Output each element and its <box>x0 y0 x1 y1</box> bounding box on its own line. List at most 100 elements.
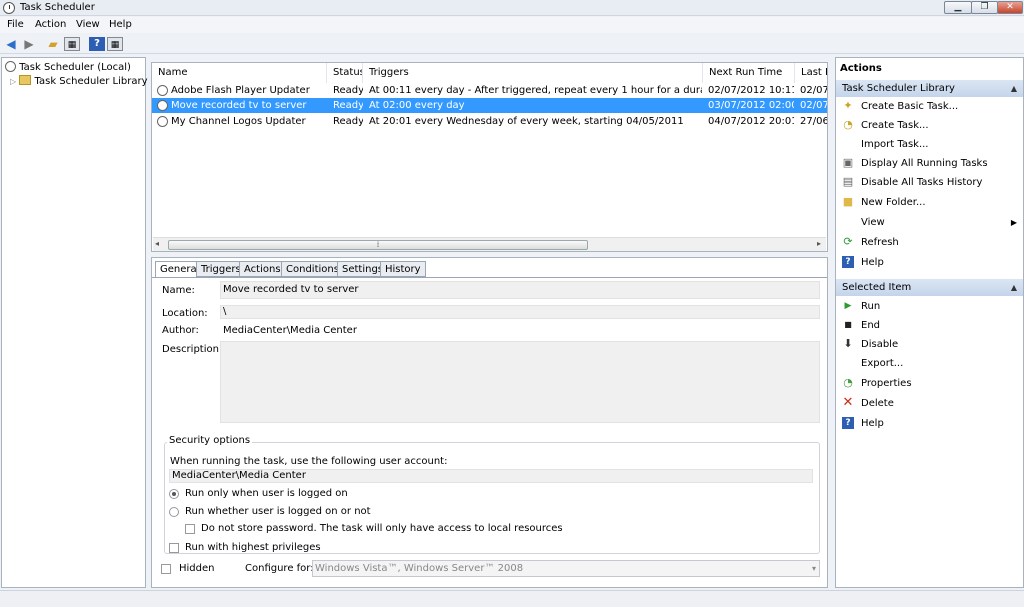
run-highest-privileges-label[interactable]: Run with highest privileges <box>185 542 321 553</box>
action-help-library[interactable]: ? Help <box>836 253 1023 272</box>
chevron-down-icon[interactable]: ▾ <box>812 561 816 576</box>
console-tree: Task Scheduler (Local) ▷ Task Scheduler … <box>1 57 148 588</box>
library-section-header[interactable]: Task Scheduler Library ▲ <box>836 80 1023 97</box>
actions-title: Actions <box>840 63 882 74</box>
submenu-arrow-icon: ▶ <box>1010 218 1017 227</box>
table-row-selected[interactable]: Move recorded tv to server Ready At 02:0… <box>152 98 827 113</box>
task-list: Name Status Triggers Next Run Time Last … <box>151 62 828 252</box>
menu-bar: File Action View Help <box>0 17 1024 33</box>
tree-item-library[interactable]: ▷ Task Scheduler Library <box>10 75 148 89</box>
security-options-title: Security options <box>167 435 253 446</box>
actions-pane: Actions Task Scheduler Library ▲ ✦ Creat… <box>835 57 1024 588</box>
collapse-icon[interactable]: ▲ <box>1011 80 1017 97</box>
menu-action[interactable]: Action <box>35 19 66 30</box>
run-whether-logged-on-label[interactable]: Run whether user is logged on or not <box>185 506 371 517</box>
clock-icon <box>5 61 16 72</box>
description-field[interactable] <box>220 341 820 423</box>
hidden-label[interactable]: Hidden <box>179 563 214 574</box>
tab-history[interactable]: History <box>380 261 426 277</box>
close-button[interactable]: ✕ <box>997 1 1023 14</box>
column-status[interactable]: Status <box>327 63 363 83</box>
table-row[interactable]: Adobe Flash Player Updater Ready At 00:1… <box>152 83 827 98</box>
minimize-button[interactable]: ▁ <box>944 1 972 14</box>
action-export[interactable]: Export... <box>836 354 1023 373</box>
action-label: Refresh <box>861 237 899 248</box>
run-highest-privileges-checkbox[interactable] <box>169 543 179 553</box>
window-title: Task Scheduler <box>20 2 95 13</box>
action-properties[interactable]: ◔ Properties <box>836 374 1023 393</box>
action-end[interactable]: ■ End <box>836 316 1023 335</box>
action-disable[interactable]: ⬇ Disable <box>836 335 1023 354</box>
run-only-logged-on-label[interactable]: Run only when user is logged on <box>185 488 348 499</box>
action-view[interactable]: View ▶ <box>836 213 1023 232</box>
refresh-icon: ⟳ <box>843 235 853 248</box>
action-label: Create Task... <box>861 120 929 131</box>
name-field[interactable]: Move recorded tv to server <box>220 281 820 299</box>
folder-icon: ■ <box>842 195 854 208</box>
collapse-icon[interactable]: ▲ <box>1011 279 1017 296</box>
menu-help[interactable]: Help <box>109 19 132 30</box>
location-label: Location: <box>162 308 208 319</box>
run-only-logged-on-radio[interactable] <box>169 489 179 499</box>
column-last-run[interactable]: Last Ru <box>795 63 827 83</box>
action-label: End <box>861 320 881 331</box>
action-new-folder[interactable]: ■ New Folder... <box>836 193 1023 212</box>
run-whether-logged-on-radio[interactable] <box>169 507 179 517</box>
action-create-task[interactable]: ◔ Create Task... <box>836 116 1023 135</box>
task-last-run: 02/07/ <box>800 85 827 96</box>
action-delete[interactable]: ✕ Delete <box>836 394 1023 413</box>
scroll-right-icon[interactable]: ▸ <box>817 239 821 248</box>
action-disable-history[interactable]: ▤ Disable All Tasks History <box>836 173 1023 192</box>
column-triggers[interactable]: Triggers <box>363 63 703 83</box>
table-row[interactable]: My Channel Logos Updater Ready At 20:01 … <box>152 114 827 129</box>
action-import-task[interactable]: Import Task... <box>836 135 1023 154</box>
tab-actions[interactable]: Actions <box>239 261 286 277</box>
action-label: Help <box>861 418 884 429</box>
column-next-run-time[interactable]: Next Run Time <box>703 63 795 83</box>
maximize-button[interactable]: ❐ <box>971 1 998 14</box>
column-name[interactable]: Name <box>152 63 327 83</box>
help-icon[interactable]: ? <box>89 37 105 51</box>
show-hide-console-tree-icon[interactable]: ▦ <box>64 37 80 51</box>
do-not-store-password-label[interactable]: Do not store password. The task will onl… <box>201 523 563 534</box>
clock-icon <box>157 116 168 127</box>
action-display-running-tasks[interactable]: ▣ Display All Running Tasks <box>836 154 1023 173</box>
hidden-checkbox[interactable] <box>161 564 171 574</box>
action-create-basic-task[interactable]: ✦ Create Basic Task... <box>836 97 1023 116</box>
task-scheduler-icon <box>3 2 15 14</box>
do-not-store-password-checkbox[interactable] <box>185 524 195 534</box>
task-last-run: 02/07/ <box>800 100 827 111</box>
expand-arrow-icon[interactable]: ▷ <box>10 77 16 86</box>
configure-for-select[interactable]: Windows Vista™, Windows Server™ 2008 ▾ <box>312 560 820 577</box>
action-label: Run <box>861 301 881 312</box>
scroll-thumb[interactable]: ⁞ <box>168 240 588 250</box>
horizontal-scrollbar[interactable]: ◂ ⁞ ▸ <box>153 237 826 251</box>
user-account-field: MediaCenter\Media Center <box>169 469 813 483</box>
forward-icon[interactable]: ▶ <box>21 37 37 51</box>
task-status: Ready <box>333 100 363 111</box>
selected-section-header[interactable]: Selected Item ▲ <box>836 279 1023 296</box>
action-label: Import Task... <box>861 139 929 150</box>
status-bar <box>0 590 1024 607</box>
action-label: Disable All Tasks History <box>861 177 983 188</box>
action-label: View <box>861 217 885 228</box>
security-options-group: Security options When running the task, … <box>164 435 820 554</box>
folder-icon <box>19 75 32 85</box>
show-hide-action-pane-icon[interactable]: ▦ <box>107 37 123 51</box>
location-field[interactable]: \ <box>220 305 820 319</box>
task-name: My Channel Logos Updater <box>171 116 306 127</box>
tab-conditions[interactable]: Conditions <box>281 261 344 277</box>
action-run[interactable]: ▶ Run <box>836 297 1023 316</box>
task-name: Adobe Flash Player Updater <box>171 85 310 96</box>
disable-icon: ⬇ <box>843 337 853 350</box>
action-help-selected[interactable]: ? Help <box>836 414 1023 433</box>
back-icon[interactable]: ◀ <box>3 37 19 51</box>
menu-file[interactable]: File <box>7 19 24 30</box>
tree-item-local[interactable]: Task Scheduler (Local) <box>5 61 131 75</box>
action-refresh[interactable]: ⟳ Refresh <box>836 233 1023 252</box>
history-icon: ▤ <box>842 175 854 188</box>
menu-view[interactable]: View <box>76 19 100 30</box>
scroll-left-icon[interactable]: ◂ <box>155 239 159 248</box>
task-next-run: 04/07/2012 20:01:00 <box>708 116 794 127</box>
up-folder-icon[interactable]: ▰ <box>45 37 61 51</box>
